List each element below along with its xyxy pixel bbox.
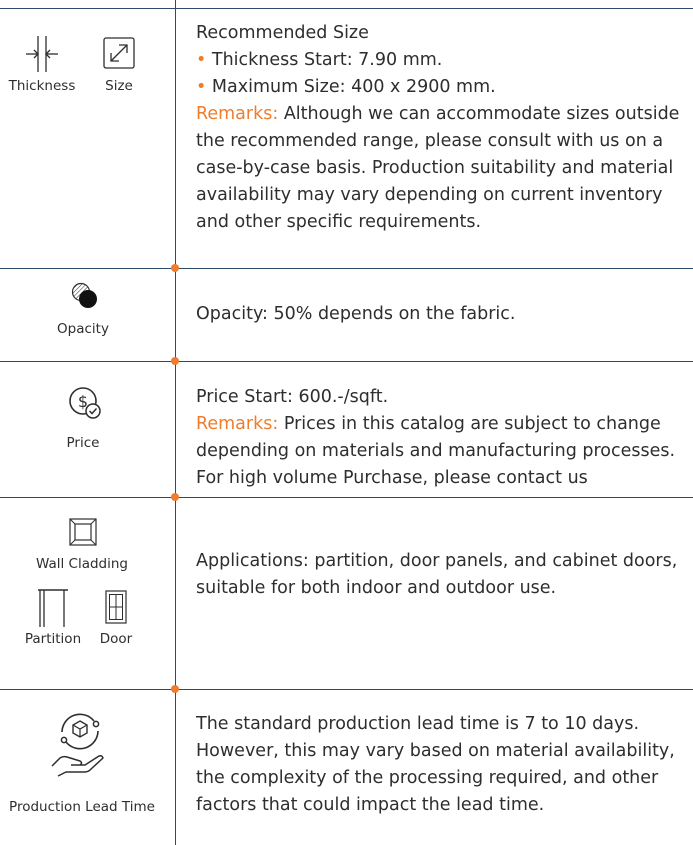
size-bullet: • Maximum Size: 400 x 2900 mm. xyxy=(196,77,496,97)
price-icon: $ xyxy=(68,386,102,424)
row-divider xyxy=(0,268,693,269)
spec-table: Thickness Size Recommended Size • Thickn… xyxy=(0,0,693,845)
partition-icon xyxy=(37,588,69,632)
lead-time-description: The standard production lead time is 7 t… xyxy=(196,714,675,815)
size-icon xyxy=(103,37,135,73)
top-border xyxy=(0,8,693,9)
size-remarks: Remarks: Although we can accommodate siz… xyxy=(196,101,693,236)
opacity-description: Opacity: 50% depends on the fabric. xyxy=(196,304,516,324)
price-label: Price xyxy=(66,435,100,451)
price-description: Price Start: 600.-/sqft. Remarks: Prices… xyxy=(196,384,693,492)
divider-dot xyxy=(171,264,179,272)
divider-dot xyxy=(171,493,179,501)
partition-label: Partition xyxy=(24,631,82,647)
remarks-label: Remarks: xyxy=(196,104,279,124)
row-divider xyxy=(0,497,693,498)
column-divider xyxy=(175,0,176,845)
thickness-icon xyxy=(26,34,58,78)
opacity-label: Opacity xyxy=(57,321,109,337)
row-divider xyxy=(0,689,693,690)
price-remarks: Remarks: Prices in this catalog are subj… xyxy=(196,411,693,492)
size-bullet-text: Thickness Start: 7.90 mm. xyxy=(211,50,443,70)
price-title: Price Start: 600.-/sqft. xyxy=(196,387,389,407)
production-lead-time-label: Production Lead Time xyxy=(9,799,155,815)
size-label: Size xyxy=(105,78,133,94)
row-divider xyxy=(0,361,693,362)
production-lead-time-icon xyxy=(50,710,110,784)
door-icon xyxy=(105,590,127,628)
applications-description: Applications: partition, door panels, an… xyxy=(196,551,678,598)
remarks-label: Remarks: xyxy=(196,414,279,434)
size-bullet-text: Maximum Size: 400 x 2900 mm. xyxy=(211,77,496,97)
divider-dot xyxy=(171,357,179,365)
divider-dot xyxy=(171,685,179,693)
wall-cladding-label: Wall Cladding xyxy=(35,556,128,572)
opacity-icon xyxy=(71,282,99,314)
size-title: Recommended Size xyxy=(196,23,369,43)
size-description: Recommended Size • Thickness Start: 7.90… xyxy=(196,20,693,236)
wall-cladding-icon xyxy=(69,518,97,550)
door-label: Door xyxy=(99,631,133,647)
size-bullet: • Thickness Start: 7.90 mm. xyxy=(196,50,443,70)
thickness-label: Thickness xyxy=(8,78,76,94)
